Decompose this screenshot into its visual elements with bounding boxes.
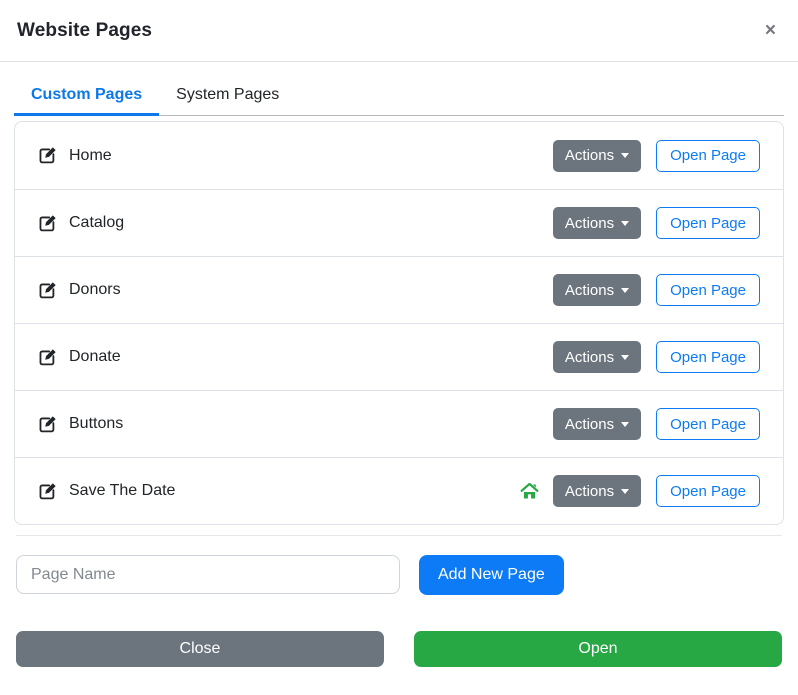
tab-system-pages[interactable]: System Pages — [159, 76, 296, 116]
tab-custom-pages[interactable]: Custom Pages — [14, 76, 159, 116]
edit-icon[interactable] — [38, 415, 57, 434]
actions-label: Actions — [565, 282, 614, 299]
actions-button[interactable]: Actions — [553, 207, 641, 239]
page-name: Home — [69, 147, 112, 165]
open-page-button[interactable]: Open Page — [656, 475, 760, 507]
actions-label: Actions — [565, 147, 614, 164]
close-icon[interactable]: × — [761, 19, 780, 42]
page-name: Donors — [69, 281, 121, 299]
home-icon — [519, 481, 540, 502]
modal-header: Website Pages × — [0, 0, 798, 62]
edit-icon[interactable] — [38, 214, 57, 233]
page-name: Donate — [69, 348, 121, 366]
page-name: Catalog — [69, 214, 124, 232]
open-page-button[interactable]: Open Page — [656, 341, 760, 373]
modal-footer: Close Open — [16, 631, 782, 667]
tabs: Custom Pages System Pages — [14, 76, 784, 116]
caret-down-icon — [621, 288, 629, 293]
actions-button[interactable]: Actions — [553, 274, 641, 306]
page-name-input[interactable] — [16, 555, 400, 594]
actions-button[interactable]: Actions — [553, 140, 641, 172]
page-name: Save The Date — [69, 482, 175, 500]
actions-label: Actions — [565, 416, 614, 433]
open-page-button[interactable]: Open Page — [656, 408, 760, 440]
actions-button[interactable]: Actions — [553, 475, 641, 507]
edit-icon[interactable] — [38, 482, 57, 501]
actions-button[interactable]: Actions — [553, 408, 641, 440]
actions-label: Actions — [565, 215, 614, 232]
open-page-button[interactable]: Open Page — [656, 140, 760, 172]
caret-down-icon — [621, 489, 629, 494]
open-page-button[interactable]: Open Page — [656, 207, 760, 239]
actions-button[interactable]: Actions — [553, 341, 641, 373]
page-row-donate: Donate Actions Open Page — [15, 323, 783, 390]
page-title: Website Pages — [17, 20, 152, 42]
page-row-donors: Donors Actions Open Page — [15, 256, 783, 323]
caret-down-icon — [621, 422, 629, 427]
caret-down-icon — [621, 355, 629, 360]
page-row-save-the-date: Save The Date Actions Open Page — [15, 457, 783, 524]
section-divider — [16, 535, 782, 536]
add-page-row: Add New Page — [16, 555, 782, 595]
add-new-page-button[interactable]: Add New Page — [419, 555, 564, 595]
close-button[interactable]: Close — [16, 631, 384, 667]
page-row-buttons: Buttons Actions Open Page — [15, 390, 783, 457]
website-pages-modal: Website Pages × Custom Pages System Page… — [0, 0, 798, 695]
open-button[interactable]: Open — [414, 631, 782, 667]
caret-down-icon — [621, 153, 629, 158]
edit-icon[interactable] — [38, 348, 57, 367]
open-page-button[interactable]: Open Page — [656, 274, 760, 306]
actions-label: Actions — [565, 483, 614, 500]
caret-down-icon — [621, 221, 629, 226]
edit-icon[interactable] — [38, 281, 57, 300]
actions-label: Actions — [565, 349, 614, 366]
page-row-home: Home Actions Open Page — [15, 122, 783, 189]
edit-icon[interactable] — [38, 146, 57, 165]
page-name: Buttons — [69, 415, 123, 433]
pages-list: Home Actions Open Page — [14, 121, 784, 525]
page-row-catalog: Catalog Actions Open Page — [15, 189, 783, 256]
